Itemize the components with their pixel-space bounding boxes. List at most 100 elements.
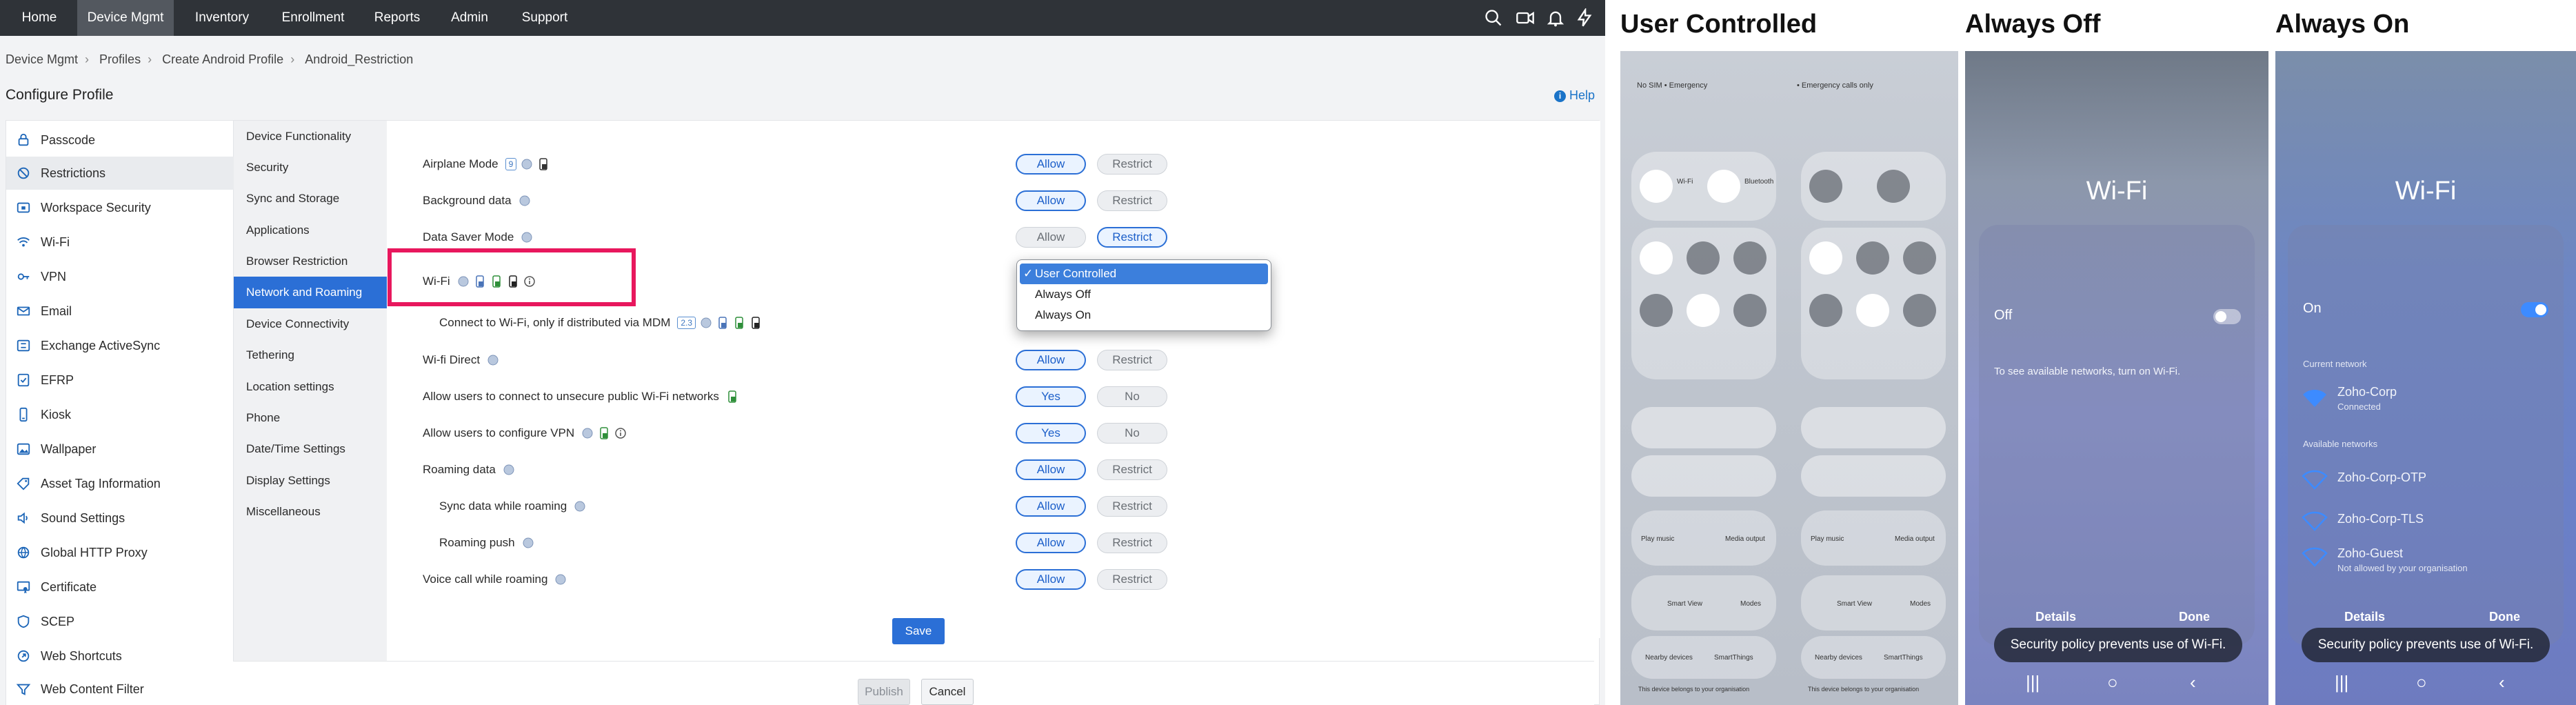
lightning-icon[interactable] bbox=[1575, 7, 1594, 28]
allow-toggle[interactable]: Allow bbox=[1016, 350, 1086, 370]
bluetooth-toggle-icon[interactable] bbox=[1877, 170, 1910, 203]
restrict-toggle[interactable]: Restrict bbox=[1097, 459, 1167, 480]
wifi-switch-off[interactable] bbox=[2213, 309, 2241, 324]
tab-browser-restriction[interactable]: Browser Restriction bbox=[234, 246, 387, 277]
dropdown-option-always-on[interactable]: Always On bbox=[1020, 305, 1268, 326]
nav-reports[interactable]: Reports bbox=[364, 0, 430, 36]
tab-date-time-settings[interactable]: Date/Time Settings bbox=[234, 433, 387, 465]
tab-miscellaneous[interactable]: Miscellaneous bbox=[234, 496, 387, 528]
back-icon[interactable]: ‹ bbox=[2499, 672, 2505, 693]
restrict-toggle[interactable]: Restrict bbox=[1097, 154, 1167, 175]
network-name[interactable]: Zoho-Corp-OTP bbox=[2337, 470, 2426, 485]
sidebar-item-sound-settings[interactable]: Sound Settings bbox=[6, 502, 234, 535]
publish-button[interactable]: Publish bbox=[858, 679, 910, 705]
nav-home[interactable]: Home bbox=[10, 0, 69, 36]
sidebar-item-exchange-activesync[interactable]: Exchange ActiveSync bbox=[6, 329, 234, 362]
search-icon[interactable] bbox=[1484, 8, 1503, 28]
restrict-toggle[interactable]: Restrict bbox=[1097, 190, 1167, 211]
flashlight-icon[interactable] bbox=[1903, 241, 1936, 275]
network-name[interactable]: Zoho-Guest bbox=[2337, 546, 2403, 561]
done-button[interactable]: Done bbox=[2489, 610, 2520, 624]
save-button[interactable]: Save bbox=[892, 618, 945, 644]
nav-enrollment[interactable]: Enrollment bbox=[270, 0, 356, 36]
sidebar-item-efrp[interactable]: EFRP bbox=[6, 364, 234, 397]
allow-toggle[interactable]: Allow bbox=[1016, 459, 1086, 480]
restrict-toggle[interactable]: Restrict bbox=[1097, 533, 1167, 553]
allow-toggle[interactable]: Allow bbox=[1016, 190, 1086, 211]
tab-device-functionality[interactable]: Device Functionality bbox=[234, 121, 387, 152]
nav-inventory[interactable]: Inventory bbox=[182, 0, 262, 36]
sidebar-item-passcode[interactable]: Passcode bbox=[6, 123, 234, 157]
tab-device-connectivity[interactable]: Device Connectivity bbox=[234, 308, 387, 340]
nav-device-mgmt[interactable]: Device Mgmt bbox=[77, 0, 174, 36]
airplane-icon[interactable] bbox=[1856, 241, 1889, 275]
sidebar-item-certificate[interactable]: Certificate bbox=[6, 570, 234, 604]
sidebar-item-global-http-proxy[interactable]: Global HTTP Proxy bbox=[6, 536, 234, 569]
back-icon[interactable]: ‹ bbox=[2190, 672, 2196, 693]
sidebar-item-restrictions[interactable]: Restrictions bbox=[6, 157, 234, 190]
tab-tethering[interactable]: Tethering bbox=[234, 339, 387, 371]
home-icon[interactable]: ○ bbox=[2107, 672, 2118, 693]
rotate-icon[interactable] bbox=[1640, 241, 1673, 275]
wifi-switch-on[interactable] bbox=[2521, 302, 2548, 317]
network-name[interactable]: Zoho-Corp bbox=[2337, 385, 2397, 399]
help-link[interactable]: i Help bbox=[1554, 88, 1595, 103]
battery-icon[interactable] bbox=[1640, 294, 1673, 327]
wifi-mode-dropdown[interactable]: ✓ User Controlled Always Off Always On bbox=[1016, 259, 1271, 331]
tab-display-settings[interactable]: Display Settings bbox=[234, 465, 387, 497]
sidebar-item-vpn[interactable]: VPN bbox=[6, 260, 234, 293]
done-button[interactable]: Done bbox=[2179, 610, 2210, 624]
nav-support[interactable]: Support bbox=[509, 0, 581, 36]
airplane-icon[interactable] bbox=[1687, 241, 1720, 275]
nav-admin[interactable]: Admin bbox=[439, 0, 501, 36]
tab-phone[interactable]: Phone bbox=[234, 402, 387, 434]
hotspot-icon[interactable] bbox=[1903, 294, 1936, 327]
sidebar-item-web-content-filter[interactable]: Web Content Filter bbox=[6, 673, 234, 705]
video-icon[interactable] bbox=[1516, 8, 1535, 28]
dropdown-option-always-off[interactable]: Always Off bbox=[1020, 284, 1268, 305]
breadcrumb-profiles[interactable]: Profiles bbox=[99, 52, 141, 67]
sidebar-item-asset-tag[interactable]: Asset Tag Information bbox=[6, 467, 234, 500]
tab-security[interactable]: Security bbox=[234, 152, 387, 183]
cancel-button[interactable]: Cancel bbox=[921, 679, 974, 705]
bell-icon[interactable] bbox=[1546, 8, 1565, 28]
yes-toggle[interactable]: Yes bbox=[1016, 386, 1086, 407]
volume-slider[interactable] bbox=[1801, 455, 1946, 497]
tab-sync-and-storage[interactable]: Sync and Storage bbox=[234, 183, 387, 215]
info-icon[interactable] bbox=[614, 427, 627, 439]
sidebar-item-email[interactable]: Email bbox=[6, 295, 234, 328]
brightness-slider[interactable] bbox=[1801, 407, 1946, 448]
flashlight-icon[interactable] bbox=[1733, 241, 1767, 275]
dropdown-option-user-controlled[interactable]: ✓ User Controlled bbox=[1020, 264, 1268, 284]
restrict-toggle[interactable]: Restrict bbox=[1097, 227, 1167, 248]
tab-network-and-roaming[interactable]: Network and Roaming bbox=[234, 277, 387, 308]
sidebar-item-web-shortcuts[interactable]: Web Shortcuts bbox=[6, 639, 234, 673]
wifi-toggle-icon[interactable] bbox=[1640, 170, 1673, 203]
wifi-toggle-icon[interactable] bbox=[1809, 170, 1842, 203]
restrict-toggle[interactable]: Restrict bbox=[1097, 569, 1167, 590]
bluetooth-toggle-icon[interactable] bbox=[1707, 170, 1740, 203]
tab-applications[interactable]: Applications bbox=[234, 215, 387, 246]
sidebar-item-workspace-security[interactable]: Workspace Security bbox=[6, 191, 234, 224]
recents-icon[interactable]: ||| bbox=[2026, 672, 2040, 693]
allow-toggle[interactable]: Allow bbox=[1016, 154, 1086, 175]
no-toggle[interactable]: No bbox=[1097, 423, 1167, 444]
allow-toggle[interactable]: Allow bbox=[1016, 227, 1086, 248]
restrict-toggle[interactable]: Restrict bbox=[1097, 350, 1167, 370]
battery-icon[interactable] bbox=[1809, 294, 1842, 327]
allow-toggle[interactable]: Allow bbox=[1016, 569, 1086, 590]
network-name[interactable]: Zoho-Corp-TLS bbox=[2337, 512, 2424, 526]
brightness-slider[interactable] bbox=[1631, 407, 1776, 448]
allow-toggle[interactable]: Allow bbox=[1016, 533, 1086, 553]
recents-icon[interactable]: ||| bbox=[2335, 672, 2348, 693]
volume-slider[interactable] bbox=[1631, 455, 1776, 497]
hotspot-icon[interactable] bbox=[1733, 294, 1767, 327]
tab-location-settings[interactable]: Location settings bbox=[234, 371, 387, 403]
details-button[interactable]: Details bbox=[2344, 610, 2385, 624]
no-toggle[interactable]: No bbox=[1097, 386, 1167, 407]
sidebar-item-kiosk[interactable]: Kiosk bbox=[6, 398, 234, 431]
sidebar-item-wallpaper[interactable]: Wallpaper bbox=[6, 433, 234, 466]
breadcrumb-device-mgmt[interactable]: Device Mgmt bbox=[6, 52, 78, 67]
breadcrumb-create-android-profile[interactable]: Create Android Profile bbox=[162, 52, 283, 67]
details-button[interactable]: Details bbox=[2035, 610, 2076, 624]
